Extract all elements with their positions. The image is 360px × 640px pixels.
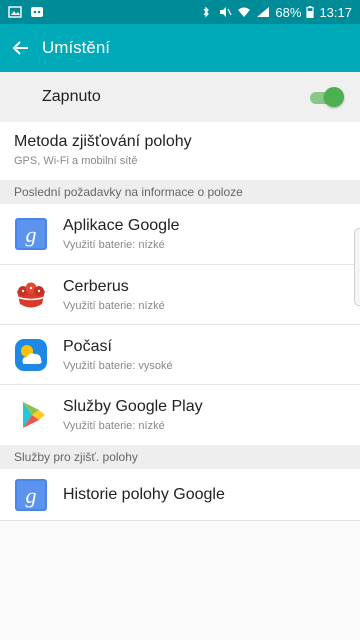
- item-title: Historie polohy Google: [63, 486, 225, 503]
- toggle-label: Zapnuto: [42, 88, 101, 105]
- list-item-google-app[interactable]: g Aplikace Google Využití baterie: nízké: [0, 204, 360, 264]
- location-switch[interactable]: [310, 86, 344, 108]
- battery-percentage: 68%: [275, 4, 302, 20]
- image-notification-icon: [8, 6, 22, 18]
- list-item-google-play-services[interactable]: Služby Google Play Využití baterie: nízk…: [0, 385, 360, 445]
- item-title: Cerberus: [63, 278, 129, 295]
- location-toggle-row[interactable]: Zapnuto: [0, 72, 360, 122]
- google-app-icon: g: [15, 479, 47, 511]
- bluetooth-icon: [203, 6, 210, 18]
- weather-icon: [15, 339, 47, 371]
- wifi-icon: [238, 7, 251, 17]
- item-subtitle: Využití baterie: nízké: [63, 420, 165, 432]
- method-title: Metoda zjišťování polohy: [14, 133, 192, 150]
- signal-icon: [257, 7, 270, 17]
- mute-icon: [220, 7, 232, 17]
- list-item-cerberus[interactable]: Cerberus Využití baterie: nízké: [0, 265, 360, 325]
- google-app-icon: g: [15, 218, 47, 250]
- cerberus-icon: [16, 282, 46, 308]
- item-subtitle: Využití baterie: vysoké: [63, 360, 173, 372]
- app-bar: Umístění: [0, 24, 360, 72]
- svg-text:g: g: [26, 222, 37, 247]
- list-item-weather[interactable]: Počasí Využití baterie: vysoké: [0, 325, 360, 385]
- recent-requests-header: Poslední požadavky na informace o poloze: [0, 180, 360, 204]
- location-method-item[interactable]: Metoda zjišťování polohy GPS, Wi-Fi a mo…: [0, 122, 360, 180]
- switch-thumb: [324, 87, 344, 107]
- back-arrow-icon[interactable]: [12, 39, 30, 57]
- divider: [0, 520, 360, 521]
- item-title: Počasí: [63, 338, 112, 355]
- item-title: Aplikace Google: [63, 217, 180, 234]
- status-bar: 68% 13:17: [0, 0, 360, 24]
- page-title: Umístění: [42, 38, 111, 57]
- item-subtitle: Využití baterie: nízké: [63, 239, 165, 251]
- list-item-google-location-history[interactable]: g Historie polohy Google: [0, 469, 360, 521]
- cat-notification-icon: [31, 7, 43, 17]
- scroll-handle[interactable]: [354, 228, 360, 306]
- battery-icon: [306, 6, 315, 18]
- clock: 13:17: [319, 4, 352, 20]
- location-services-header: Služby pro zjišť. polohy: [0, 445, 360, 469]
- svg-text:g: g: [26, 483, 37, 508]
- method-subtitle: GPS, Wi-Fi a mobilní sítě: [14, 155, 138, 167]
- google-play-services-icon: [23, 402, 45, 428]
- item-subtitle: Využití baterie: nízké: [63, 300, 165, 312]
- item-title: Služby Google Play: [63, 398, 203, 415]
